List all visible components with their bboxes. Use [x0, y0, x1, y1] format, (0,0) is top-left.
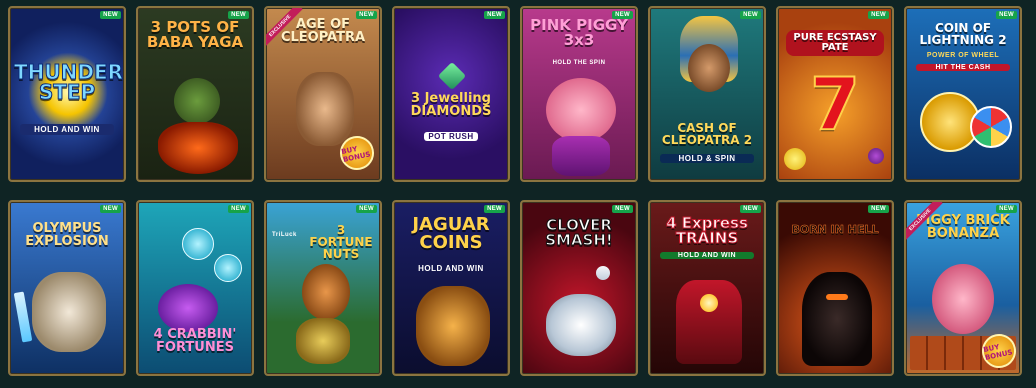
zeus-portrait-icon [32, 272, 106, 352]
game-tile-olympus-explosion[interactable]: NEW OLYMPUS EXPLOSION [8, 200, 126, 376]
game-tile-pink-piggy[interactable]: NEW PINK PIGGY 3x3 HOLD THE SPIN [520, 6, 638, 182]
seven-symbol-icon: 7 [809, 62, 861, 146]
game-title: 4 CRABBIN' FORTUNES [153, 327, 237, 355]
game-tile-jewelling-diamonds[interactable]: NEW 3 Jewelling DIAMONDS POT RUSH [392, 6, 510, 182]
new-badge: NEW [740, 11, 761, 19]
game-title: THUNDER STEP [14, 60, 124, 104]
cauldron-icon [158, 122, 238, 174]
bubble-icon [214, 254, 242, 282]
game-tile-crabbin-fortunes[interactable]: NEW 4 CRABBIN' FORTUNES [136, 200, 254, 376]
new-badge: NEW [356, 11, 377, 19]
game-title: CLOVER SMASH! [545, 216, 614, 249]
pig-builder-icon [932, 264, 994, 334]
game-title: COIN OF LIGHTNING 2 [919, 21, 1007, 47]
game-tile-age-of-cleopatra[interactable]: EXCLUSIVE NEW AGE OF CLEOPATRA BUY BONUS [264, 6, 382, 182]
demon-eyes-icon [826, 294, 848, 300]
game-subtitle: POWER OF WHEEL [926, 52, 1000, 59]
new-badge: NEW [612, 205, 633, 213]
game-title: 3 POTS OF BABA YAGA [146, 18, 244, 51]
game-grid: NEW THUNDER STEP HOLD AND WIN NEW 3 POTS… [0, 0, 1036, 388]
headlight-icon [700, 294, 718, 312]
hit-the-cash-label: HIT THE CASH [916, 64, 1010, 71]
new-badge: NEW [996, 205, 1017, 213]
new-badge: NEW [356, 205, 377, 213]
game-tile-jaguar-coins[interactable]: NEW JAGUAR COINS HOLD AND WIN [392, 200, 510, 376]
game-title: JAGUAR COINS [412, 214, 490, 253]
game-tile-cash-of-cleopatra-2[interactable]: NEW CASH OF CLEOPATRA 2 HOLD & SPIN [648, 6, 766, 182]
game-title: BORN IN HELL [791, 223, 879, 236]
game-title: 4 Express TRAINS [666, 214, 749, 247]
new-badge: NEW [996, 11, 1017, 19]
game-title: PINK PIGGY 3x3 [530, 16, 628, 49]
game-tile-fortune-nuts[interactable]: NEW TriLuck 3 FORTUNE NUTS [264, 200, 382, 376]
new-badge: NEW [100, 11, 121, 19]
lightning-bolt-icon [13, 291, 33, 343]
crab-character-icon [158, 284, 218, 332]
lemon-icon [784, 148, 806, 170]
prize-wheel-icon [970, 106, 1012, 148]
witch-face-icon [174, 78, 220, 124]
new-badge: NEW [612, 11, 633, 19]
new-badge: NEW [484, 205, 505, 213]
new-badge: NEW [100, 205, 121, 213]
new-badge: NEW [868, 11, 889, 19]
crystal-clover-icon [546, 294, 616, 356]
hero-suit-icon [552, 136, 610, 176]
squirrel-character-icon [302, 264, 350, 320]
game-subtitle: HOLD AND WIN [20, 124, 114, 135]
diamond-icon [593, 263, 613, 283]
new-badge: NEW [868, 205, 889, 213]
game-tile-thunder-step[interactable]: NEW THUNDER STEP HOLD AND WIN [8, 6, 126, 182]
game-tile-born-in-hell[interactable]: NEW BORN IN HELL [776, 200, 894, 376]
jaguar-head-icon [416, 286, 490, 366]
cleopatra-portrait-icon [296, 72, 354, 146]
game-tile-baba-yaga[interactable]: NEW 3 POTS OF BABA YAGA [136, 6, 254, 182]
cleopatra-face-icon [688, 44, 730, 92]
bubble-icon [182, 228, 214, 260]
game-title: OLYMPUS EXPLOSION [25, 221, 109, 249]
game-subtitle: HOLD AND WIN [660, 252, 754, 259]
new-badge: NEW [228, 205, 249, 213]
nut-sack-icon [296, 318, 350, 364]
game-subtitle: HOLD & SPIN [660, 154, 754, 163]
demon-figure-icon [802, 272, 872, 366]
game-subtitle: POT RUSH [424, 132, 478, 141]
diamond-icon [437, 61, 467, 91]
game-tile-clover-smash[interactable]: NEW CLOVER SMASH! [520, 200, 638, 376]
new-badge: NEW [740, 205, 761, 213]
game-subtitle: HOLD THE SPIN [552, 60, 606, 66]
train-locomotive-icon [676, 280, 742, 364]
game-subtitle: HOLD AND WIN [418, 264, 484, 273]
game-title: 3 FORTUNE NUTS [309, 223, 373, 261]
game-title: PURE ECSTASY PATE [786, 30, 884, 56]
game-tile-pure-ecstasy[interactable]: NEW PURE ECSTASY PATE 7 [776, 6, 894, 182]
game-title: CASH OF CLEOPATRA 2 [661, 121, 753, 147]
grapes-icon [868, 148, 884, 164]
game-tile-piggy-brick-bonanza[interactable]: EXCLUSIVE NEW PIGGY BRICK BONANZA BUY BO… [904, 200, 1022, 376]
game-tile-express-trains[interactable]: NEW 4 Express TRAINS HOLD AND WIN [648, 200, 766, 376]
game-tile-coin-of-lightning-2[interactable]: NEW COIN OF LIGHTNING 2 POWER OF WHEEL H… [904, 6, 1022, 182]
game-title: 3 Jewelling DIAMONDS [410, 91, 492, 119]
provider-logo: TriLuck [272, 232, 297, 238]
new-badge: NEW [228, 11, 249, 19]
pig-character-icon [546, 78, 616, 142]
new-badge: NEW [484, 11, 505, 19]
